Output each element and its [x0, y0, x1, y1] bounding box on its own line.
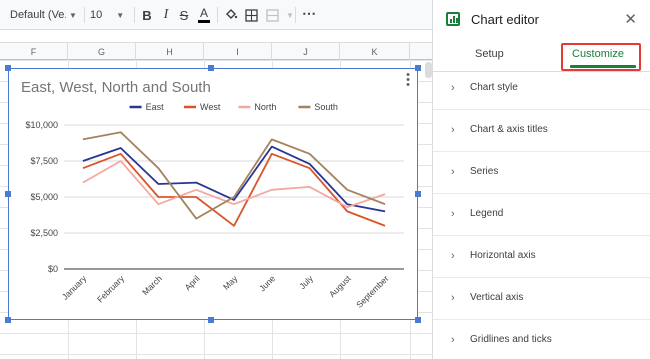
font-size-select[interactable]: 10 ▼: [90, 4, 130, 26]
chevron-right-icon: ›: [451, 166, 455, 178]
text-color-button[interactable]: A: [195, 5, 213, 25]
toolbar: Default (Ve... ▼ 10 ▼ B I S A ▼ ⋯: [0, 0, 432, 30]
resize-handle[interactable]: [5, 317, 11, 323]
x-tick-label: April: [183, 273, 202, 292]
x-tick-label: July: [297, 273, 315, 291]
section-horizontal-axis[interactable]: › Horizontal axis: [433, 236, 650, 278]
section-label: Series: [470, 166, 499, 177]
chevron-right-icon: ›: [451, 124, 455, 136]
text-color-icon: A: [199, 6, 208, 20]
toolbar-divider: [217, 7, 218, 23]
chevron-right-icon: ›: [451, 250, 455, 262]
y-tick-label: $10,000: [25, 120, 58, 130]
toolbar-divider: [295, 7, 296, 23]
legend-label: East: [146, 102, 165, 112]
italic-button[interactable]: I: [157, 5, 175, 25]
column-header-k[interactable]: K: [340, 43, 410, 60]
resize-handle[interactable]: [208, 317, 214, 323]
legend-label: West: [200, 102, 221, 112]
section-label: Horizontal axis: [470, 250, 536, 261]
font-family-select[interactable]: Default (Ve... ▼: [10, 4, 78, 26]
column-header-i[interactable]: I: [204, 43, 272, 60]
section-label: Gridlines and ticks: [470, 334, 552, 345]
chevron-right-icon: ›: [451, 82, 455, 94]
resize-handle[interactable]: [415, 191, 421, 197]
x-tick-label: June: [257, 273, 277, 293]
merge-cells-button[interactable]: [263, 5, 281, 25]
strikethrough-button[interactable]: S: [175, 5, 193, 25]
section-vertical-axis[interactable]: › Vertical axis: [433, 278, 650, 320]
legend-label: North: [254, 102, 276, 112]
resize-handle[interactable]: [5, 65, 11, 71]
x-tick-label: January: [60, 273, 89, 302]
section-label: Vertical axis: [470, 292, 524, 303]
text-color-swatch: [198, 20, 210, 23]
x-tick-label: February: [95, 273, 127, 305]
caret-down-icon: ▼: [286, 11, 294, 20]
bold-button[interactable]: B: [138, 5, 156, 25]
font-size-value: 10: [90, 9, 103, 21]
chart-editor-title: Chart editor: [471, 12, 539, 27]
legend-label: South: [314, 102, 338, 112]
section-chart-style[interactable]: › Chart style: [433, 68, 650, 110]
x-tick-label: March: [140, 273, 164, 297]
column-header-h[interactable]: H: [136, 43, 204, 60]
vertical-scrollbar[interactable]: [425, 62, 432, 78]
section-series[interactable]: › Series: [433, 152, 650, 194]
chart-editor-icon: [446, 12, 460, 26]
resize-handle[interactable]: [208, 65, 214, 71]
resize-handle[interactable]: [415, 317, 421, 323]
x-tick-label: May: [221, 273, 240, 292]
chart-plot: $0 $2,500 $5,000 $7,500 $10,000 January Februa…: [25, 102, 404, 310]
toolbar-divider: [84, 7, 85, 23]
paint-bucket-icon: [226, 9, 238, 19]
y-tick-label: $5,000: [30, 192, 58, 202]
caret-down-icon: ▼: [69, 10, 77, 20]
customize-tab-highlight: [561, 43, 641, 71]
more-options-icon[interactable]: ⋯: [302, 5, 317, 22]
tab-setup[interactable]: Setup: [475, 48, 504, 60]
section-chart-axis-titles[interactable]: › Chart & axis titles: [433, 110, 650, 152]
resize-handle[interactable]: [5, 191, 11, 197]
borders-icon: [244, 8, 258, 22]
chevron-right-icon: ›: [451, 208, 455, 220]
column-header-j[interactable]: J: [272, 43, 340, 60]
section-label: Chart & axis titles: [470, 124, 548, 135]
x-tick-label: September: [354, 273, 391, 310]
fill-color-button[interactable]: [222, 5, 240, 25]
borders-button[interactable]: [242, 5, 260, 25]
x-tick-label: August: [327, 273, 353, 299]
section-legend[interactable]: › Legend: [433, 194, 650, 236]
chevron-right-icon: ›: [451, 334, 455, 346]
line-chart[interactable]: East, West, North and South • • • $0 $2,500…: [8, 68, 418, 320]
chevron-right-icon: ›: [451, 292, 455, 304]
section-label: Chart style: [470, 82, 518, 93]
merge-cells-icon: [265, 8, 279, 22]
y-tick-label: $7,500: [30, 156, 58, 166]
column-header-row: F G H I J K: [0, 42, 432, 60]
resize-handle[interactable]: [415, 65, 421, 71]
series-line-west: [82, 152, 386, 227]
section-gridlines-ticks[interactable]: › Gridlines and ticks: [433, 320, 650, 359]
section-label: Legend: [470, 208, 504, 219]
close-icon[interactable]: ✕: [624, 10, 637, 28]
series-line-south: [82, 131, 386, 220]
column-header-g[interactable]: G: [68, 43, 136, 60]
y-tick-label: $2,500: [30, 228, 58, 238]
column-header-f[interactable]: F: [0, 43, 68, 60]
chart-editor-header: Chart editor ✕: [433, 0, 650, 38]
toolbar-divider: [134, 7, 135, 23]
font-family-value: Default (Ve...: [10, 9, 66, 21]
chart-editor-panel: Chart editor ✕ Setup Customize › Chart s…: [432, 0, 650, 359]
caret-down-icon: ▼: [116, 10, 125, 20]
y-tick-label: $0: [48, 264, 58, 274]
